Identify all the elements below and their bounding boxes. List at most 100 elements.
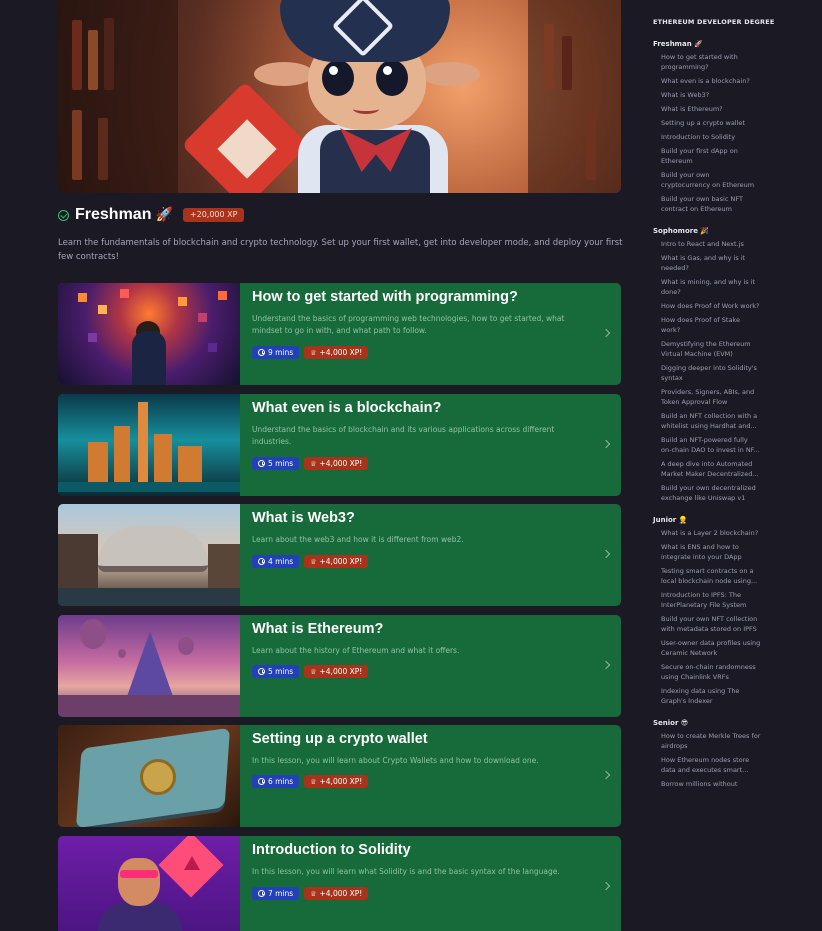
sidebar-item-label: Token Approval Flow	[661, 398, 728, 406]
lesson-thumbnail	[58, 615, 240, 717]
chevron-right-icon	[601, 439, 611, 449]
sidebar-item[interactable]: User-owner data profiles using Ceramic Ne…	[653, 638, 765, 658]
clock-icon	[258, 558, 265, 565]
sidebar-item-label: Setting up a crypto wallet	[661, 119, 745, 127]
lesson-card[interactable]: What is Web3? Learn about the web3 and h…	[58, 504, 621, 606]
sidebar-item[interactable]: Introduction to Solidity	[653, 132, 765, 142]
hero-image	[58, 0, 621, 193]
sidebar-item-label: Introduction to Solidity	[661, 133, 736, 141]
sidebar-item[interactable]: Testing smart contracts on a local blockc…	[653, 566, 765, 586]
sidebar-item[interactable]: Build your own basic NFT contract on Ethe…	[653, 194, 765, 214]
xp-chip: ♕ +4,000 XP!	[304, 555, 369, 568]
sidebar-item-label: A deep dive into Automated	[661, 460, 753, 468]
sidebar-section-label[interactable]: Sophomore 🎉	[653, 227, 813, 235]
sidebar-item[interactable]: How does Proof of Work work?	[653, 301, 765, 311]
duration-chip: 5 mins	[252, 457, 300, 470]
sidebar-item-label: Build your first dApp on	[661, 147, 738, 155]
xp-chip: ♕ +4,000 XP!	[304, 775, 369, 788]
sidebar-section-label[interactable]: Senior 😎	[653, 719, 813, 727]
sidebar-item[interactable]: A deep dive into Automated Market Maker D…	[653, 459, 765, 479]
xp-chip: ♕ +4,000 XP!	[304, 346, 369, 359]
sidebar-item-label: Demystifying the Ethereum	[661, 340, 751, 348]
chevron-right-icon	[601, 660, 611, 670]
sidebar-item-label: What is Web3?	[661, 91, 710, 99]
sidebar-item-label: Build your own basic NFT	[661, 195, 743, 203]
sidebar-item[interactable]: What is mining, and why is it done?	[653, 277, 765, 297]
sidebar-item-label: What is Ethereum?	[661, 105, 723, 113]
sidebar-item-label: exchange like Uniswap v1	[661, 494, 746, 502]
sidebar-item[interactable]: How to get started with programming?	[653, 52, 765, 72]
lesson-card[interactable]: What even is a blockchain? Understand th…	[58, 394, 621, 496]
lesson-meta: 5 mins ♕ +4,000 XP!	[252, 457, 369, 470]
chevron-right-icon	[601, 770, 611, 780]
sidebar-item[interactable]: Secure on-chain randomness using Chainlin…	[653, 662, 765, 682]
sidebar-item-label: Providers, Signers, ABIs, and	[661, 388, 755, 396]
sidebar-item[interactable]: Build your own cryptocurrency on Ethereum	[653, 170, 765, 190]
sidebar-item[interactable]: How to create Merkle Trees for airdrops	[653, 731, 765, 751]
sidebar-item[interactable]: Build your first dApp on Ethereum	[653, 146, 765, 166]
lesson-card[interactable]: How to get started with programming? Und…	[58, 283, 621, 385]
sidebar-item[interactable]: Indexing data using The Graph's Indexer	[653, 686, 765, 706]
sidebar-item-label: needed?	[661, 264, 689, 272]
sidebar-item-label: Ethereum	[661, 157, 693, 165]
sidebar-item[interactable]: How Ethereum nodes store data and execute…	[653, 755, 765, 775]
clock-icon	[258, 668, 265, 675]
sidebar-item[interactable]: Intro to React and Next.js	[653, 239, 765, 249]
sidebar-item[interactable]: Providers, Signers, ABIs, and Token Appro…	[653, 387, 765, 407]
sidebar-item-label: Build an NFT collection with a	[661, 412, 758, 420]
sidebar-item[interactable]: What is Ethereum?	[653, 104, 765, 114]
xp-chip: ♕ +4,000 XP!	[304, 887, 369, 900]
sidebar-item-label: syntax	[661, 374, 683, 382]
sidebar-section: Freshman 🚀 How to get started with program…	[653, 40, 813, 214]
lesson-description: In this lesson, you will learn about Cry…	[252, 756, 539, 765]
sidebar-item-label: work?	[661, 326, 681, 334]
sidebar-item[interactable]: What even is a blockchain?	[653, 76, 765, 86]
sidebar-item[interactable]: What is Gas, and why is it needed?	[653, 253, 765, 273]
sidebar-item-label: How to get started with	[661, 53, 738, 61]
sidebar-section-label[interactable]: Junior 👷	[653, 516, 813, 524]
sidebar-item[interactable]: How does Proof of Stake work?	[653, 315, 765, 335]
xp-chip: ♕ +4,000 XP!	[304, 665, 369, 678]
sidebar-item-label: contract on Ethereum	[661, 205, 732, 213]
sidebar-item[interactable]: Introduction to IPFS: The InterPlanetary …	[653, 590, 765, 610]
trophy-icon: ♕	[310, 667, 317, 676]
sidebar-item-label: How does Proof of Stake	[661, 316, 740, 324]
duration-chip: 6 mins	[252, 775, 300, 788]
lesson-meta: 4 mins ♕ +4,000 XP!	[252, 555, 369, 568]
sidebar-item-label: Introduction to IPFS: The	[661, 591, 741, 599]
sidebar-item[interactable]: Build an NFT-powered fully on-chain DAO t…	[653, 435, 765, 455]
sidebar-item-label: whitelist using Hardhat and...	[661, 422, 757, 430]
sidebar-item-label: Build your own decentralized	[661, 484, 756, 492]
sidebar-item[interactable]: What is Web3?	[653, 90, 765, 100]
chevron-right-icon	[601, 328, 611, 338]
sidebar-item[interactable]: Setting up a crypto wallet	[653, 118, 765, 128]
clock-icon	[258, 890, 265, 897]
lesson-description: Learn about the web3 and how it is diffe…	[252, 535, 464, 544]
sidebar-item-label: data and executes smart...	[661, 766, 749, 774]
sidebar-item[interactable]: What is ENS and how to integrate into you…	[653, 542, 765, 562]
lesson-card[interactable]: Setting up a crypto wallet In this lesso…	[58, 725, 621, 827]
clock-icon	[258, 460, 265, 467]
sidebar-item[interactable]: Build your own NFT collection with metada…	[653, 614, 765, 634]
sidebar-section-label[interactable]: Freshman 🚀	[653, 40, 813, 48]
lesson-thumbnail	[58, 504, 240, 606]
sidebar-item-label: What is a Layer 2 blockchain?	[661, 529, 759, 537]
sidebar-item[interactable]: What is a Layer 2 blockchain?	[653, 528, 765, 538]
chevron-right-icon	[601, 549, 611, 559]
lesson-meta: 5 mins ♕ +4,000 XP!	[252, 665, 369, 678]
lesson-thumbnail	[58, 725, 240, 827]
sidebar-item-label: airdrops	[661, 742, 688, 750]
sidebar-item[interactable]: Build your own decentralized exchange lik…	[653, 483, 765, 503]
sidebar-item[interactable]: Build an NFT collection with a whitelist …	[653, 411, 765, 431]
sidebar-item[interactable]: Digging deeper into Solidity's syntax	[653, 363, 765, 383]
sidebar-item-label: Graph's Indexer	[661, 697, 713, 705]
lesson-card[interactable]: What is Ethereum? Learn about the histor…	[58, 615, 621, 717]
sidebar-item-label: Virtual Machine (EVM)	[661, 350, 733, 358]
sidebar-item[interactable]: Borrow millions without	[653, 779, 765, 789]
duration-chip: 9 mins	[252, 346, 300, 359]
sidebar-item[interactable]: Demystifying the Ethereum Virtual Machine…	[653, 339, 765, 359]
sidebar-item-label: Intro to React and Next.js	[661, 240, 744, 248]
lesson-title: How to get started with programming?	[252, 289, 518, 305]
course-outline-sidebar: ETHEREUM DEVELOPER DEGREE Freshman 🚀 How …	[653, 18, 813, 793]
lesson-card[interactable]: Introduction to Solidity In this lesson,…	[58, 836, 621, 931]
